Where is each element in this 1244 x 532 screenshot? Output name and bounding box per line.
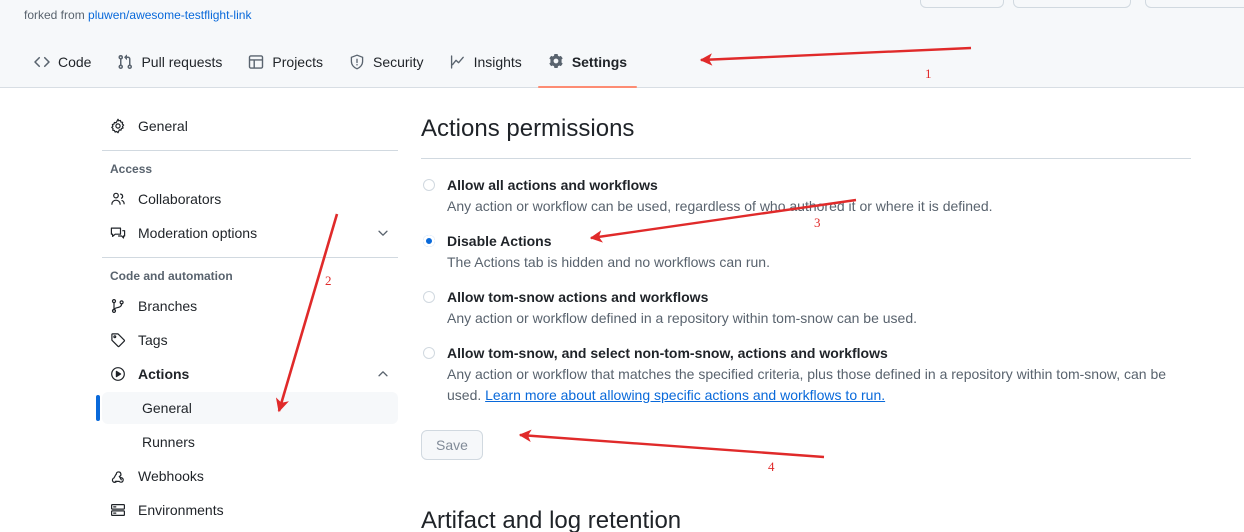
sidebar-item-tags-label: Tags [138, 332, 168, 348]
sidebar-item-collaborators-label: Collaborators [138, 191, 222, 207]
gear-icon [110, 118, 126, 134]
option-allow-select-actions[interactable]: Allow tom-snow, and select non-tom-snow,… [421, 343, 1191, 406]
header-action-button-3[interactable] [1145, 0, 1244, 8]
sidebar-item-branches-label: Branches [138, 298, 198, 314]
sidebar-item-actions[interactable]: Actions [102, 358, 398, 390]
radio-allow-owner-actions[interactable] [423, 291, 435, 303]
git-branch-icon [110, 298, 126, 314]
sidebar-item-general-label: General [138, 118, 188, 134]
comment-discussion-icon [110, 225, 126, 241]
option-disable-actions-description: The Actions tab is hidden and no workflo… [447, 254, 770, 270]
tab-projects-label: Projects [272, 54, 323, 70]
forked-from-text: forked from pluwen/awesome-testflight-li… [24, 7, 251, 23]
learn-more-link[interactable]: Learn more about allowing specific actio… [485, 387, 885, 403]
option-allow-all-actions[interactable]: Allow all actions and workflows Any acti… [421, 175, 1191, 217]
option-allow-select-actions-title: Allow tom-snow, and select non-tom-snow,… [447, 345, 888, 361]
server-icon [110, 502, 126, 518]
annotation-number-1: 1 [925, 66, 932, 81]
chevron-up-icon[interactable] [376, 367, 390, 381]
sidebar-item-environments-label: Environments [138, 502, 224, 518]
tab-code[interactable]: Code [24, 44, 101, 80]
radio-allow-all-actions[interactable] [423, 179, 435, 191]
option-allow-all-actions-description: Any action or workflow can be used, rega… [447, 198, 993, 214]
forked-from-repo-link[interactable]: pluwen/awesome-testflight-link [88, 8, 251, 22]
page-root: forked from pluwen/awesome-testflight-li… [0, 0, 1244, 532]
sidebar-item-webhooks-label: Webhooks [138, 468, 204, 484]
sidebar-item-actions-label: Actions [138, 366, 190, 382]
tab-insights[interactable]: Insights [440, 44, 532, 80]
sidebar-subitem-actions-runners[interactable]: Runners [102, 426, 398, 458]
sidebar-heading-access: Access [110, 162, 153, 176]
tab-settings-label: Settings [571, 54, 628, 70]
sidebar-subitem-actions-general-label: General [142, 400, 192, 416]
tab-pull-requests[interactable]: Pull requests [107, 44, 232, 80]
radio-disable-actions[interactable] [423, 235, 435, 247]
sidebar-subitem-actions-general[interactable]: General [96, 392, 398, 424]
play-icon [110, 366, 126, 382]
people-icon [110, 191, 126, 207]
header-action-button-2[interactable] [1013, 0, 1131, 8]
tab-code-label: Code [58, 54, 92, 70]
option-disable-actions[interactable]: Disable Actions The Actions tab is hidde… [421, 231, 1191, 273]
page-title: Actions permissions [421, 115, 635, 142]
main-content: Actions permissions Allow all actions an… [421, 112, 1191, 532]
tab-insights-label: Insights [473, 54, 522, 70]
sidebar-divider-1 [102, 150, 398, 151]
annotation-number-2: 2 [325, 273, 332, 288]
sidebar-item-environments[interactable]: Environments [102, 494, 398, 526]
tab-security[interactable]: Security [339, 44, 434, 80]
sidebar-item-tags[interactable]: Tags [102, 324, 398, 356]
sidebar-subitem-actions-runners-label: Runners [142, 434, 195, 450]
repo-header: forked from pluwen/awesome-testflight-li… [0, 0, 1244, 88]
repo-nav-tabs: Code Pull requests Projects Security Ins… [24, 44, 643, 88]
title-divider [421, 158, 1191, 159]
tag-icon [110, 332, 126, 348]
sidebar-item-general[interactable]: General [102, 110, 398, 142]
option-disable-actions-title: Disable Actions [447, 233, 552, 249]
annotation-number-4: 4 [768, 459, 775, 474]
gear-icon [548, 54, 564, 70]
forked-from-label: forked from [24, 8, 85, 22]
git-pull-request-icon [117, 54, 133, 70]
shield-icon [349, 54, 365, 70]
sidebar-divider-2 [102, 257, 398, 258]
graph-icon [450, 54, 466, 70]
webhook-icon [110, 468, 126, 484]
section-title-artifact-retention: Artifact and log retention [421, 507, 682, 532]
code-icon [34, 54, 50, 70]
radio-allow-select-actions[interactable] [423, 347, 435, 359]
sidebar-item-collaborators[interactable]: Collaborators [102, 183, 398, 215]
sidebar-heading-code-and-automation: Code and automation [110, 269, 233, 283]
table-icon [248, 54, 264, 70]
save-button[interactable]: Save [421, 430, 483, 460]
tab-pull-requests-label: Pull requests [141, 54, 223, 70]
sidebar-item-webhooks[interactable]: Webhooks [102, 460, 398, 492]
chevron-down-icon[interactable] [376, 226, 390, 240]
option-allow-select-actions-description: Any action or workflow that matches the … [447, 364, 1191, 406]
header-action-button-1[interactable] [920, 0, 1004, 8]
sidebar-item-moderation-options-label: Moderation options [138, 225, 258, 241]
option-allow-all-actions-title: Allow all actions and workflows [447, 177, 658, 193]
tab-settings[interactable]: Settings [537, 44, 638, 88]
annotation-number-3: 3 [814, 215, 821, 230]
sidebar-item-branches[interactable]: Branches [102, 290, 398, 322]
sidebar-item-moderation-options[interactable]: Moderation options [102, 217, 398, 249]
option-allow-owner-actions-title: Allow tom-snow actions and workflows [447, 289, 709, 305]
settings-sidebar: General Access Collaborators Moderation … [96, 110, 398, 528]
tab-security-label: Security [372, 54, 424, 70]
option-allow-owner-actions-description: Any action or workflow defined in a repo… [447, 310, 918, 326]
option-allow-owner-actions[interactable]: Allow tom-snow actions and workflows Any… [421, 287, 1191, 329]
tab-projects[interactable]: Projects [238, 44, 333, 80]
